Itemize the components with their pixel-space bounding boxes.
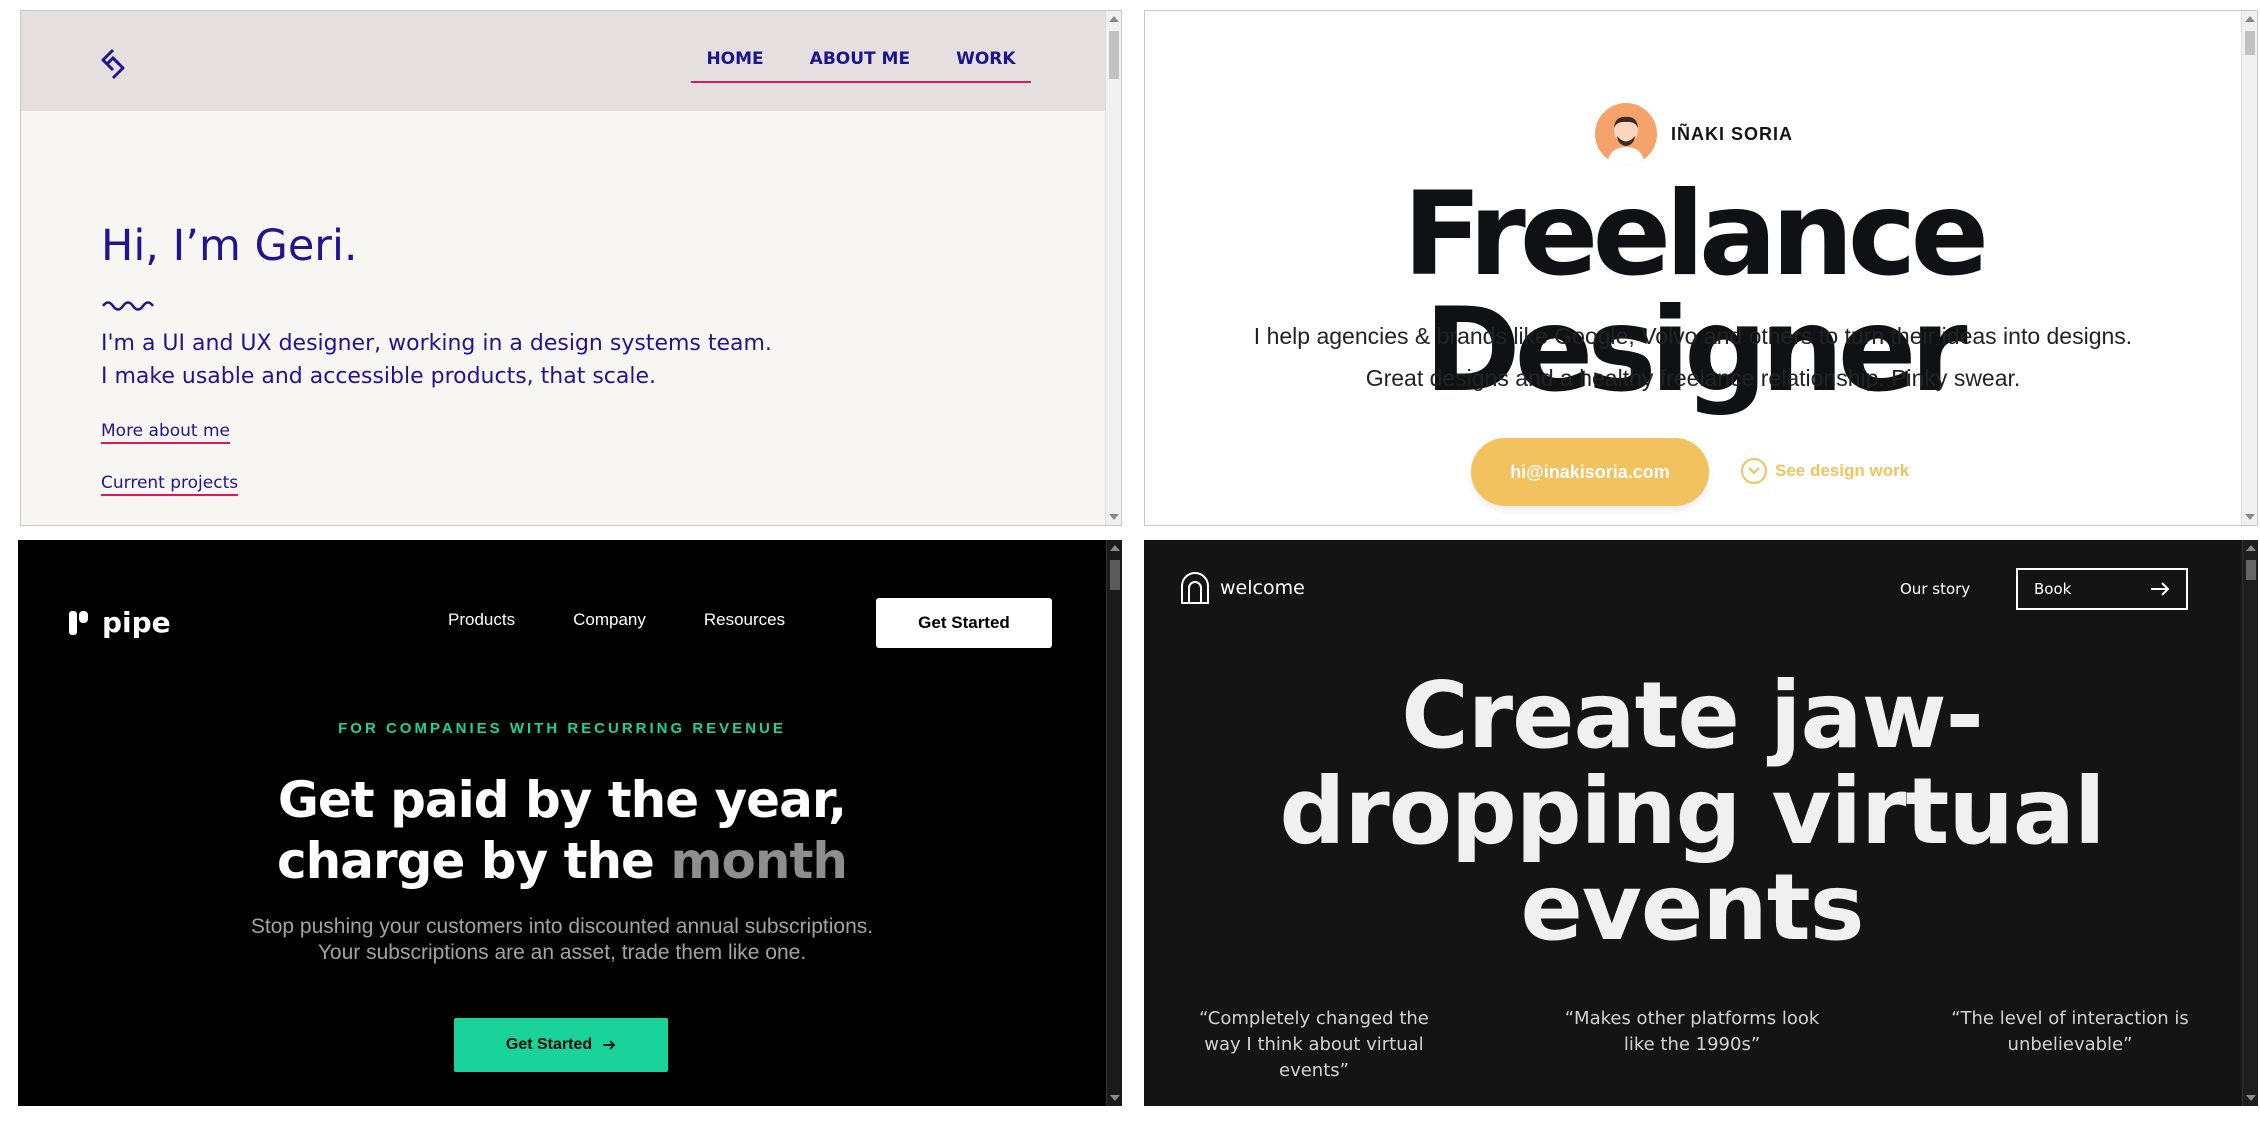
welcome-logo[interactable]: welcome bbox=[1180, 572, 1305, 604]
headline-line-1: Create jaw- bbox=[1401, 662, 1984, 769]
brand-name: pipe bbox=[102, 606, 171, 639]
lead-line-1: I help agencies & brands like Google, Vo… bbox=[1253, 323, 2133, 349]
more-about-me-link[interactable]: More about me bbox=[101, 421, 231, 444]
pipe-logo[interactable]: pipe bbox=[68, 606, 171, 639]
site-header: HOME ABOUT ME WORK bbox=[21, 11, 1107, 111]
eyebrow-text: FOR COMPANIES WITH RECURRING REVENUE bbox=[338, 720, 786, 737]
author-name: IÑAKI SORIA bbox=[1671, 123, 1794, 144]
scroll-up-icon[interactable] bbox=[2246, 545, 2256, 551]
get-started-button-hero[interactable]: Get Started bbox=[454, 1018, 668, 1072]
get-started-button-header[interactable]: Get Started bbox=[876, 598, 1052, 648]
arrow-right-icon bbox=[2151, 582, 2170, 596]
pipe-site-window: pipe Products Company Resources Get Star… bbox=[18, 540, 1122, 1106]
nav-company[interactable]: Company bbox=[573, 610, 646, 630]
squiggle-divider-icon bbox=[101, 301, 155, 311]
pipe-logo-icon bbox=[69, 610, 88, 635]
see-design-work-link[interactable]: See design work bbox=[1741, 458, 1909, 484]
headline-highlight: month bbox=[670, 832, 848, 890]
welcome-site-window: welcome Our story Book Create jaw- dropp… bbox=[1144, 540, 2258, 1106]
scrollbar[interactable] bbox=[2242, 540, 2258, 1106]
nav-work[interactable]: WORK bbox=[956, 37, 1015, 81]
main-nav: Products Company Resources bbox=[448, 610, 785, 630]
arch-logo-icon bbox=[1181, 572, 1209, 604]
person-avatar-icon bbox=[1607, 116, 1645, 165]
book-button[interactable]: Book bbox=[2016, 568, 2188, 610]
headline-line-3: events bbox=[1520, 854, 1865, 961]
scrollbar[interactable] bbox=[1105, 11, 1121, 525]
get-started-label: Get Started bbox=[505, 1036, 593, 1053]
see-design-work-label: See design work bbox=[1775, 461, 1910, 480]
intro-text: I'm a UI and UX designer, working in a d… bbox=[101, 327, 772, 393]
page-title: Create jaw- dropping virtual events bbox=[1144, 668, 2240, 956]
scroll-down-icon[interactable] bbox=[1109, 514, 1119, 520]
arrow-right-icon bbox=[603, 1040, 616, 1050]
scroll-down-icon[interactable] bbox=[2246, 1095, 2256, 1101]
testimonials: “Completely changed the way I think abou… bbox=[1144, 1006, 2240, 1084]
sub-line-2: Your subscriptions are an asset, trade t… bbox=[317, 941, 807, 964]
headline-line-1: Get paid by the year, bbox=[277, 771, 847, 829]
headline-line-2: charge by the month bbox=[18, 831, 1106, 892]
brand-name: welcome bbox=[1220, 577, 1305, 599]
geri-site-window: HOME ABOUT ME WORK Hi, I’m Geri. I'm a U… bbox=[20, 10, 1122, 526]
scroll-up-icon[interactable] bbox=[1110, 545, 1120, 551]
book-label: Book bbox=[2034, 580, 2072, 598]
scroll-thumb[interactable] bbox=[2246, 560, 2256, 580]
nav-our-story[interactable]: Our story bbox=[1900, 580, 1970, 598]
current-projects-link[interactable]: Current projects bbox=[101, 473, 239, 496]
headline-line-2a: charge by the bbox=[277, 832, 655, 890]
scroll-down-icon[interactable] bbox=[1110, 1095, 1120, 1101]
scrollbar[interactable] bbox=[1106, 540, 1122, 1106]
subheadline: Stop pushing your customers into discoun… bbox=[18, 914, 1106, 966]
scroll-down-icon[interactable] bbox=[2245, 514, 2255, 520]
author-badge: IÑAKI SORIA bbox=[1595, 103, 1793, 165]
inaki-site-window: IÑAKI SORIA Freelance Designer I help ag… bbox=[1144, 10, 2258, 526]
headline-line-2: dropping virtual bbox=[1279, 758, 2105, 865]
intro-line-2: I make usable and accessible products, t… bbox=[101, 364, 657, 389]
lead-text: I help agencies & brands like Google, Vo… bbox=[1145, 315, 2241, 399]
scroll-thumb[interactable] bbox=[1109, 31, 1119, 79]
chevron-down-icon bbox=[1741, 458, 1767, 484]
scroll-thumb[interactable] bbox=[1110, 560, 1120, 590]
intro-line-1: I'm a UI and UX designer, working in a d… bbox=[101, 331, 772, 356]
scroll-up-icon[interactable] bbox=[1109, 16, 1119, 22]
nav-products[interactable]: Products bbox=[448, 610, 515, 630]
sub-line-1: Stop pushing your customers into discoun… bbox=[250, 915, 874, 938]
nav-home[interactable]: HOME bbox=[706, 37, 763, 81]
scroll-up-icon[interactable] bbox=[2245, 16, 2255, 22]
main-nav: HOME ABOUT ME WORK bbox=[691, 37, 1031, 83]
page-title: Get paid by the year, charge by the mont… bbox=[18, 770, 1106, 892]
lead-line-2: Great designs and a healthy freelance re… bbox=[1365, 365, 2021, 391]
testimonial-quote: “The level of interaction is unbelievabl… bbox=[1951, 1008, 2189, 1055]
nav-resources[interactable]: Resources bbox=[704, 610, 785, 630]
testimonial-quote: “Makes other platforms look like the 199… bbox=[1564, 1008, 1820, 1055]
geri-logo-icon[interactable] bbox=[99, 48, 127, 80]
nav-about-me[interactable]: ABOUT ME bbox=[810, 37, 910, 81]
avatar bbox=[1595, 103, 1657, 165]
email-button[interactable]: hi@inakisoria.com bbox=[1471, 438, 1709, 506]
testimonial-quote: “Completely changed the way I think abou… bbox=[1199, 1008, 1429, 1081]
scrollbar[interactable] bbox=[2241, 11, 2257, 525]
scroll-thumb[interactable] bbox=[2245, 31, 2255, 55]
page-title: Hi, I’m Geri. bbox=[101, 221, 358, 271]
